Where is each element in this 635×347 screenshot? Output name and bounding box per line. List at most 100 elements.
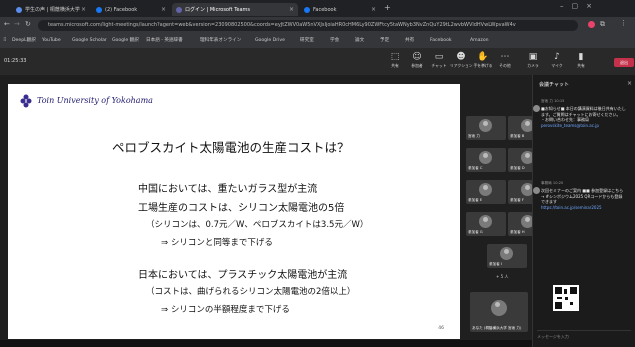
bookmark-item[interactable]: Google Scholar [72, 36, 107, 46]
bookmark-item[interactable]: 予定 [380, 36, 389, 46]
browser-tab-bar: 学生の声 | 桐蔭横浜大学 × (2) Facebook × ログイン | Micr… [0, 0, 635, 17]
university-name: Toin University of Yokohama [37, 96, 153, 105]
bookmark-item[interactable]: YouTube [42, 36, 61, 46]
chat-input[interactable]: メッセージを入力 [537, 330, 631, 342]
bookmark-item[interactable]: 理科年表オンライン [200, 36, 241, 46]
chat-message: 次回セミナーのご案内 ■■ 参加登録はこちら → #シンポジウム2025 QRコ… [541, 188, 626, 210]
browser-tab-active[interactable]: ログイン | Microsoft Teams × [172, 3, 298, 16]
react-icon: ☻ [456, 52, 466, 62]
chat-button[interactable]: ▭ チャット [428, 52, 450, 72]
speaker-icon: ▮ [578, 52, 584, 62]
speaker-button[interactable]: ▮ 共有 [570, 52, 592, 72]
close-icon[interactable]: × [81, 6, 86, 13]
bookmark-item[interactable]: Google Drive [255, 36, 285, 46]
bookmark-item[interactable]: DeepL翻訳 [12, 36, 36, 46]
react-button[interactable]: ☻ リアクション [450, 52, 473, 72]
bookmark-item[interactable]: 日本語 - 英語辞書 [146, 36, 183, 46]
close-icon[interactable]: × [627, 80, 632, 87]
bookmark-item[interactable]: 共有 [405, 36, 414, 46]
slide-line: 日本においては、プラスチック太陽電池が主流 [138, 270, 348, 281]
chat-title: 会議チャット [539, 82, 569, 88]
avatar [500, 247, 513, 260]
bookmark-item[interactable]: 論文 [355, 36, 364, 46]
shared-slide: Toin University of Yokohama ペロブスカイト太陽電池の… [8, 84, 460, 339]
participant-tile[interactable]: 参加者 I [487, 244, 527, 268]
mic-icon: ♪ [554, 52, 560, 62]
share-button[interactable]: ⬚ 共有 [384, 52, 406, 72]
more-participants-label[interactable]: + 5 人 [496, 274, 508, 280]
bookmark-item[interactable]: Facebook [430, 36, 452, 46]
message-meta: 宮坂 力 10:15 [541, 99, 565, 103]
close-icon[interactable]: × [161, 6, 166, 13]
slide-line: 工場生産のコストは、シリコン太陽電池の5倍 [138, 203, 345, 214]
participant-tile[interactable]: 宮坂 力 [466, 116, 506, 140]
close-icon[interactable]: × [371, 6, 376, 13]
slide-line: 中国においては、重たいガラス型が主流 [138, 184, 318, 195]
chat-message: ■お知らせ■ 本日の講演資料は後日共有いたします。ご質問はチャットにお寄せくださ… [541, 106, 626, 128]
share-icon: ⬚ [390, 52, 400, 62]
slide-line: ⇒ シリコンの半額程度まで下げる [161, 305, 290, 315]
profile-icon[interactable] [588, 21, 595, 28]
browser-tab[interactable]: Facebook × [300, 3, 380, 16]
meeting-toolbar: 01:25:33 ⬚ 共有 ☺ 参加者 ▭ チャット ☻ リアクション ✋ 手を挙げる ⋯… [0, 49, 635, 75]
browser-tab[interactable]: 学生の声 | 桐蔭横浜大学 × [12, 3, 90, 16]
avatar [479, 183, 492, 196]
people-icon: ☺ [412, 52, 422, 62]
slide-title: ペロブスカイト太陽電池の生産コストは？ [112, 140, 350, 155]
university-logo [20, 94, 32, 108]
status-strip [0, 340, 532, 347]
browser-tab[interactable]: (2) Facebook × [92, 3, 170, 16]
avatar [479, 119, 492, 132]
close-icon[interactable]: × [289, 6, 294, 13]
tab-label: 学生の声 | 桐蔭横浜大学 [25, 7, 80, 13]
bookmark-item[interactable]: 学会 [330, 36, 339, 46]
extensions-icon[interactable]: ⧉ [600, 20, 605, 29]
qr-code-image[interactable] [553, 285, 579, 311]
teams-icon [176, 6, 182, 13]
participant-tile[interactable]: 参加者 C [466, 148, 506, 172]
raise-hand-icon: ✋ [477, 52, 489, 62]
more-icon: ⋯ [500, 52, 510, 62]
reload-icon[interactable]: ↻ [25, 20, 31, 28]
avatar [533, 105, 540, 112]
chat-panel: 会議チャット × 宮坂 力 10:15 ■お知らせ■ 本日の講演資料は後日共有い… [532, 75, 635, 347]
avatar [533, 187, 540, 194]
bookmark-item[interactable]: Amazon [470, 36, 489, 46]
url-input[interactable]: teams.microsoft.com/light-meetings/launc… [38, 20, 578, 31]
more-button[interactable]: ⋯ その他 [494, 52, 516, 72]
participant-tile[interactable]: 参加者 G [466, 212, 506, 236]
back-icon[interactable]: ← [4, 20, 10, 28]
meeting-timer: 01:25:33 [4, 58, 27, 64]
self-video-tile[interactable]: あなた (桐蔭横浜大学 宮坂 力) [470, 292, 528, 332]
apps-icon[interactable]: ⠿ [3, 36, 6, 46]
tab-label: Facebook [313, 6, 337, 13]
menu-icon[interactable]: ⋮ [620, 19, 627, 27]
mic-button[interactable]: ♪ マイク [546, 52, 568, 72]
participant-tile[interactable]: 参加者 E [466, 180, 506, 204]
avatar [491, 300, 507, 316]
camera-button[interactable]: ▣ カメラ [522, 52, 544, 72]
slide-line: （シリコンは、0.7元／W、ペロブスカイトは3.5元／W） [146, 220, 369, 230]
raise-hand-button[interactable]: ✋ 手を挙げる [472, 52, 494, 72]
window-controls-icon[interactable]: –▢× [560, 2, 600, 10]
bookmarks-bar: ⠿ DeepL翻訳 YouTube Google Scholar Google … [0, 34, 635, 49]
forward-icon[interactable]: → [14, 20, 20, 28]
bookmark-item[interactable]: 研究室 [300, 36, 314, 46]
slide-page-number: 46 [438, 326, 444, 331]
message-meta: 事務局 10:20 [541, 181, 564, 185]
leave-button[interactable]: 退出 [614, 58, 634, 67]
tab-label: (2) Facebook [105, 6, 138, 13]
avatar [479, 215, 492, 228]
message-link[interactable]: perovskite_teams@toin.ac.jp [541, 123, 626, 129]
people-button[interactable]: ☺ 参加者 [406, 52, 428, 72]
address-bar-row: ← → ↻ teams.microsoft.com/light-meetings… [0, 17, 635, 34]
facebook-icon [96, 6, 102, 13]
bookmark-item[interactable]: Google 翻訳 [112, 36, 139, 46]
facebook-icon [304, 6, 310, 13]
message-link[interactable]: https://toin.ac.jp/seminar2025 [541, 205, 626, 211]
new-tab-icon[interactable]: + [384, 3, 391, 12]
slide-line: ⇒ シリコンと同等まで下げる [161, 238, 273, 248]
site-icon [16, 6, 22, 13]
chat-icon: ▭ [434, 52, 444, 62]
avatar [479, 151, 492, 164]
